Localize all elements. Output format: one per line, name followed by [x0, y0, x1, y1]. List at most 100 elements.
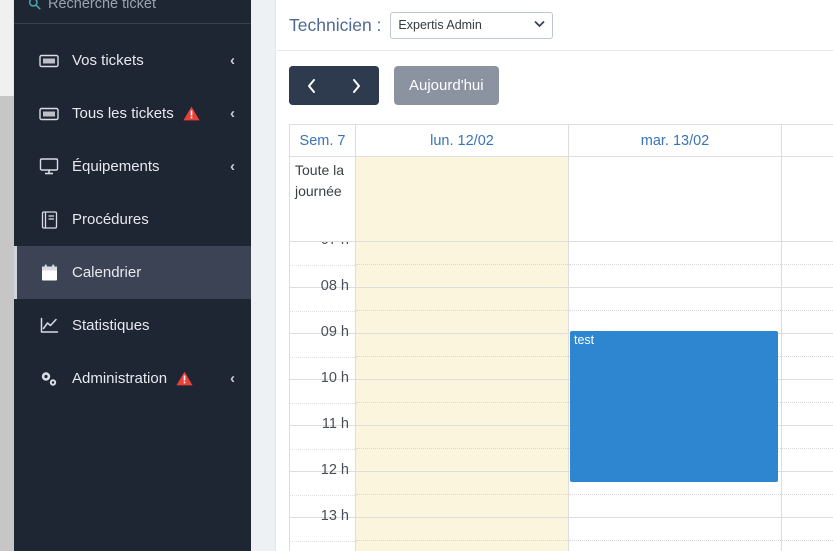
calendar-slot[interactable]: [782, 334, 833, 357]
calendar-slot[interactable]: [356, 288, 568, 311]
ticket-icon: [38, 52, 60, 70]
search-icon: [28, 0, 41, 12]
calendar-toolbar: Aujourd'hui: [289, 66, 499, 105]
sidebar-item-label: Tous les tickets: [72, 105, 174, 122]
sidebar-item-administration[interactable]: Administration ‹: [14, 352, 251, 405]
time-label: 08 h: [320, 278, 349, 294]
calendar-slot[interactable]: [356, 403, 568, 426]
calendar-slot[interactable]: [569, 242, 781, 265]
calendar-slot[interactable]: [569, 495, 781, 518]
topbar: Technicien : Expertis Admin: [277, 0, 833, 51]
calendar-slot[interactable]: [782, 541, 833, 551]
calendar-event[interactable]: test: [570, 331, 778, 482]
allday-cell-mar-13-02[interactable]: [569, 157, 782, 241]
calendar-slot[interactable]: [569, 541, 781, 551]
warning-icon: [176, 371, 193, 386]
sidebar-item-calendrier[interactable]: Calendrier: [14, 246, 251, 299]
calendar-slot[interactable]: [356, 449, 568, 472]
allday-label-cell: Toute la journée: [290, 157, 356, 241]
sidebar-item-statistiques[interactable]: Statistiques: [14, 299, 251, 352]
calendar-slot[interactable]: [356, 311, 568, 334]
day-column-mar-13-02[interactable]: test: [569, 242, 782, 551]
chart-icon: [38, 317, 60, 335]
time-label: 11 h: [321, 416, 349, 432]
search-ticket-field[interactable]: Recherche ticket: [14, 0, 251, 24]
calendar-slot[interactable]: [356, 472, 568, 495]
time-slot: 13 h: [290, 508, 355, 551]
time-label: 07 h: [321, 242, 349, 248]
time-label: 10 h: [320, 370, 349, 386]
calendar-slot[interactable]: [782, 380, 833, 403]
book-icon: [38, 210, 60, 229]
calendar-slot[interactable]: [356, 495, 568, 518]
sidebar: Recherche ticket Vos tickets ‹ Tous les ti…: [14, 0, 251, 551]
calendar-slot[interactable]: [356, 426, 568, 449]
technician-select-wrapper: Expertis Admin: [390, 11, 554, 39]
today-button[interactable]: Aujourd'hui: [394, 66, 499, 105]
calendar-slot[interactable]: [782, 311, 833, 334]
calendar-slot[interactable]: [782, 357, 833, 380]
time-label: 12 h: [320, 462, 349, 478]
day-header-mar-13-02[interactable]: mar. 13/02: [569, 125, 782, 156]
calendar-slot[interactable]: [569, 518, 781, 541]
search-ticket-placeholder: Recherche ticket: [48, 0, 156, 12]
calendar-slot[interactable]: [782, 518, 833, 541]
gears-icon: [38, 370, 60, 388]
calendar-slot[interactable]: [356, 518, 568, 541]
sidebar-item-label: Vos tickets: [72, 52, 144, 69]
calendar-slot[interactable]: [782, 403, 833, 426]
calendar-slot[interactable]: [569, 288, 781, 311]
sidebar-item-label: Procédures: [72, 211, 149, 228]
warning-icon: [183, 106, 200, 121]
calendar-slot[interactable]: [356, 265, 568, 288]
sidebar-item-tous-les-tickets[interactable]: Tous les tickets ‹: [14, 87, 251, 140]
calendar-slot[interactable]: [782, 265, 833, 288]
calendar-slot[interactable]: [356, 541, 568, 551]
calendar-slot[interactable]: [356, 357, 568, 380]
calendar-icon: [38, 264, 60, 282]
sidebar-item-label: Calendrier: [72, 264, 142, 281]
page-scrollbar[interactable]: [0, 0, 14, 551]
day-header-lun-12-02[interactable]: lun. 12/02: [356, 125, 569, 156]
technician-label: Technicien :: [289, 14, 382, 35]
calendar-header-row: Sem. 7 lun. 12/02 mar. 13/02: [290, 125, 833, 157]
calendar-nav-group: [289, 66, 379, 105]
calendar-slot[interactable]: [782, 495, 833, 518]
prev-button[interactable]: [289, 66, 334, 105]
calendar-slot[interactable]: [782, 288, 833, 311]
chevron-left-icon[interactable]: ‹: [230, 159, 237, 174]
allday-cell-lun-12-02[interactable]: [356, 157, 569, 241]
calendar-slot[interactable]: [782, 472, 833, 495]
chevron-left-icon[interactable]: ‹: [230, 53, 237, 68]
calendar-slot[interactable]: [782, 449, 833, 472]
time-label: 13 h: [320, 508, 349, 524]
calendar-slot[interactable]: [569, 265, 781, 288]
calendar-grid: Sem. 7 lun. 12/02 mar. 13/02 Toute la jo…: [289, 124, 833, 551]
sidebar-item-equipements[interactable]: Équipements ‹: [14, 140, 251, 193]
day-header-mer-14-02[interactable]: [782, 125, 833, 156]
calendar-slot[interactable]: [356, 242, 568, 265]
ticket-icon: [38, 105, 60, 123]
sidebar-item-label: Administration: [72, 370, 168, 387]
sidebar-item-vos-tickets[interactable]: Vos tickets ‹: [14, 34, 251, 87]
calendar-event-title: test: [574, 333, 595, 347]
next-button[interactable]: [334, 66, 379, 105]
calendar-slot[interactable]: [782, 242, 833, 265]
day-column-mer-14-02[interactable]: [782, 242, 833, 551]
calendar-time-grid: 07 h 08 h 09 h 10 h 11 h 12 h 13 h test: [290, 242, 833, 551]
chevron-left-icon[interactable]: ‹: [230, 371, 237, 386]
allday-label: Toute la journée: [295, 162, 345, 199]
main-content: Technicien : Expertis Admin Aujourd'hui …: [251, 0, 833, 551]
calendar-slot[interactable]: [356, 380, 568, 403]
chevron-left-icon[interactable]: ‹: [230, 106, 237, 121]
sidebar-item-procedures[interactable]: Procédures: [14, 193, 251, 246]
day-column-lun-12-02[interactable]: [356, 242, 569, 551]
calendar-slot[interactable]: [782, 426, 833, 449]
sidebar-nav: Vos tickets ‹ Tous les tickets ‹ Équipements…: [14, 34, 251, 405]
allday-cell-mer-14-02[interactable]: [782, 157, 833, 241]
technician-select[interactable]: Expertis Admin: [390, 11, 554, 39]
allday-row: Toute la journée: [290, 157, 833, 242]
calendar-slot[interactable]: [356, 334, 568, 357]
time-label: 09 h: [320, 324, 349, 340]
page-scrollbar-thumb[interactable]: [0, 96, 14, 551]
